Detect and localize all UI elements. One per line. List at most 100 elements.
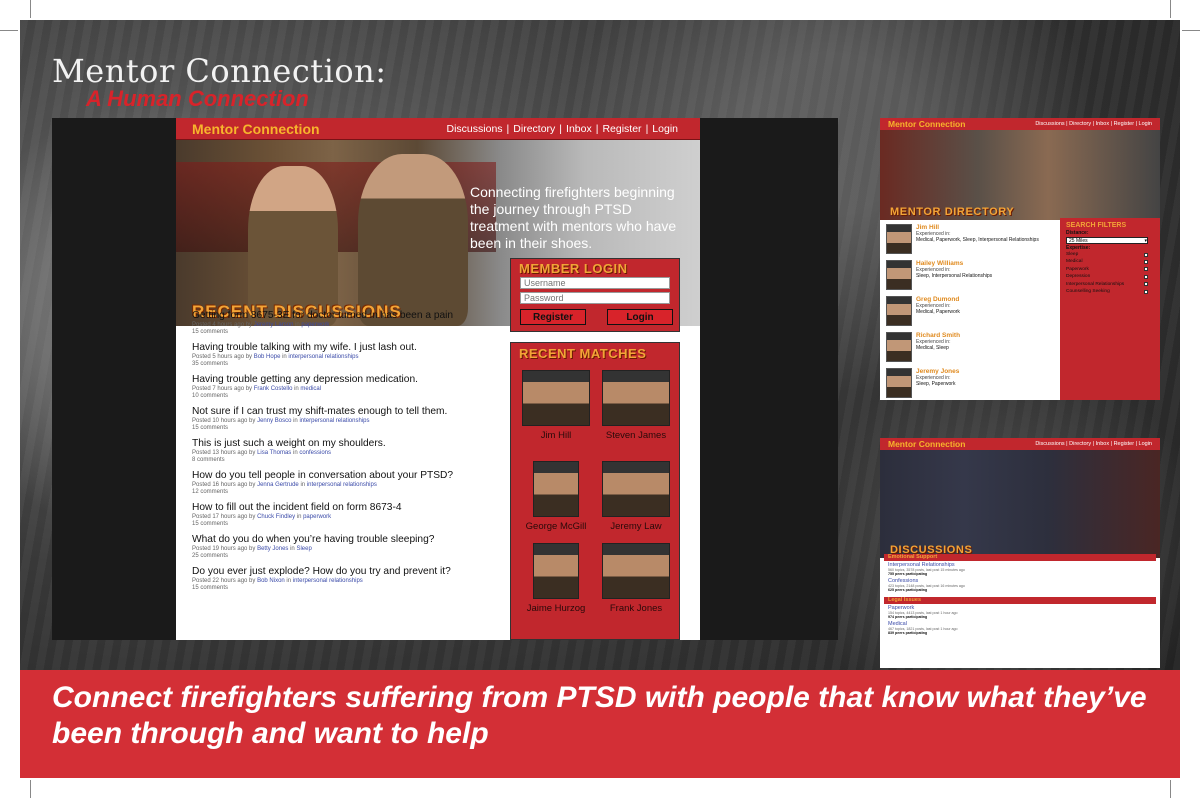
- discussion-title[interactable]: Having trouble getting any depression me…: [192, 374, 492, 386]
- topic-link[interactable]: interpersonal relationships: [293, 578, 363, 584]
- mentor-item[interactable]: Jim Hill Experienced in: Medical, Paperwor…: [886, 224, 1058, 254]
- author-link[interactable]: Chuck Findley: [257, 514, 295, 520]
- checkbox[interactable]: [1144, 274, 1148, 279]
- checkbox[interactable]: [1144, 259, 1148, 264]
- nav-inbox[interactable]: Inbox: [566, 123, 592, 135]
- expertise-option[interactable]: Interpersonal Relationships: [1066, 281, 1148, 288]
- register-button[interactable]: Register: [520, 309, 586, 325]
- crop-mark: [30, 0, 31, 18]
- checkbox[interactable]: [1144, 289, 1148, 294]
- mentor-info: Hailey Williams Experienced in: Sleep, Int…: [916, 260, 992, 290]
- expertise-option[interactable]: Medical: [1066, 258, 1148, 265]
- crop-mark: [1170, 780, 1171, 798]
- match-card[interactable]: Jim Hill: [518, 370, 594, 441]
- author-link[interactable]: Jenny Bosco: [257, 418, 291, 424]
- topic-link[interactable]: interpersonal relationships: [288, 354, 358, 360]
- author-link[interactable]: Bob Hope: [254, 354, 281, 360]
- forum-item-peers: 625 peers participating: [888, 588, 928, 592]
- comment-count[interactable]: 15 comments: [192, 521, 492, 528]
- mentor-name[interactable]: Hailey Williams: [916, 260, 992, 267]
- match-card[interactable]: Jaime Hurzog: [518, 543, 594, 614]
- discussion-meta: Posted 5 hours ago by Bob Hope in interp…: [192, 354, 492, 361]
- match-card[interactable]: Frank Jones: [598, 543, 674, 614]
- checkbox[interactable]: [1144, 267, 1148, 272]
- nav-login[interactable]: Login: [652, 123, 678, 135]
- author-link[interactable]: Jeremy Larson: [254, 322, 294, 328]
- discussions-page-mockup: Mentor Connection Discussions | Director…: [880, 438, 1160, 668]
- topic-link[interactable]: Sleep: [296, 546, 311, 552]
- expertise-option[interactable]: Depression: [1066, 273, 1148, 280]
- forum-navbar: Mentor Connection Discussions | Director…: [880, 438, 1160, 450]
- author-link[interactable]: Jenna Gertrude: [257, 482, 299, 488]
- discussion-meta: Posted 17 hours ago by Chuck Findley in …: [192, 514, 492, 521]
- mentor-photo: [602, 543, 670, 599]
- mentor-item[interactable]: Greg Dumond Experienced in: Medical, Paper…: [886, 296, 1058, 326]
- username-input[interactable]: [520, 277, 670, 289]
- distance-select[interactable]: 25 Miles ▾: [1066, 237, 1148, 244]
- checkbox[interactable]: [1144, 282, 1148, 287]
- topic-link[interactable]: confessions: [299, 450, 331, 456]
- comment-count[interactable]: 10 comments: [192, 393, 492, 400]
- discussion-title[interactable]: Not sure if I can trust my shift-mates e…: [192, 406, 492, 418]
- topic-link[interactable]: interpersonal relationships: [299, 418, 369, 424]
- directory-nav-links[interactable]: Discussions | Directory | Inbox | Regist…: [1035, 121, 1152, 127]
- mentor-item[interactable]: Hailey Williams Experienced in: Sleep, Int…: [886, 260, 1058, 290]
- discussion-title[interactable]: Having trouble talking with my wife. I j…: [192, 342, 492, 354]
- match-card[interactable]: Steven James: [598, 370, 674, 441]
- comment-count[interactable]: 15 comments: [192, 585, 492, 592]
- forum-item[interactable]: Confessions 423 topics, 2148 posts, last …: [884, 577, 1156, 593]
- forum-item[interactable]: Interpersonal Relationships 560 topics, 3…: [884, 561, 1156, 577]
- discussion-title[interactable]: How to fill out the incident field on fo…: [192, 502, 492, 514]
- mentor-item[interactable]: Jeremy Jones Experienced in: Sleep, Paperw…: [886, 368, 1058, 398]
- mentor-name[interactable]: Richard Smith: [916, 332, 960, 339]
- comment-count[interactable]: 8 comments: [192, 457, 492, 464]
- discussion-title[interactable]: Do you ever just explode? How do you try…: [192, 566, 492, 578]
- forum-item[interactable]: Paperwork 154 topics, 4413 posts, last po…: [884, 604, 1156, 620]
- topic-link[interactable]: paperwork: [301, 322, 329, 328]
- comment-count[interactable]: 25 comments: [192, 553, 492, 560]
- author-link[interactable]: Frank Costello: [254, 386, 293, 392]
- mentor-photo: [602, 370, 670, 426]
- author-link[interactable]: Bob Nixon: [257, 578, 285, 584]
- nav-discussions[interactable]: Discussions: [447, 123, 503, 135]
- discussion-item: Having trouble talking with my wife. I j…: [192, 342, 492, 368]
- forum-nav-links[interactable]: Discussions | Directory | Inbox | Regist…: [1035, 441, 1152, 447]
- topic-link[interactable]: paperwork: [303, 514, 331, 520]
- comment-count[interactable]: 12 comments: [192, 489, 492, 496]
- mentor-info: Jeremy Jones Experienced in: Sleep, Paperw…: [916, 368, 959, 398]
- author-link[interactable]: Betty Jones: [257, 546, 288, 552]
- crop-mark: [1182, 30, 1200, 31]
- author-link[interactable]: Lisa Thomas: [257, 450, 291, 456]
- brand-logo[interactable]: Mentor Connection: [192, 121, 320, 137]
- expertise-option[interactable]: Paperwork: [1066, 266, 1148, 273]
- mentor-name[interactable]: Jim Hill: [916, 224, 1039, 231]
- mentor-name[interactable]: Jeremy Jones: [916, 368, 959, 375]
- forum-item[interactable]: Medical 467 topics, 1821 posts, last post…: [884, 620, 1156, 636]
- comment-count[interactable]: 15 comments: [192, 329, 492, 336]
- expertise-option[interactable]: Sleep: [1066, 251, 1148, 258]
- topic-link[interactable]: medical: [300, 386, 321, 392]
- crop-mark: [1170, 0, 1171, 18]
- password-input[interactable]: [520, 292, 670, 304]
- expertise-option[interactable]: Counselling Seeking: [1066, 288, 1148, 295]
- chevron-down-icon: ▾: [1144, 238, 1147, 244]
- comment-count[interactable]: 15 comments: [192, 425, 492, 432]
- match-card[interactable]: Jeremy Law: [598, 461, 674, 532]
- brand-logo[interactable]: Mentor Connection: [888, 119, 965, 129]
- nav-directory[interactable]: Directory: [513, 123, 555, 135]
- discussion-title[interactable]: This is just such a weight on my shoulde…: [192, 438, 492, 450]
- login-button[interactable]: Login: [607, 309, 673, 325]
- checkbox[interactable]: [1144, 252, 1148, 257]
- discussion-title[interactable]: What do you do when you’re having troubl…: [192, 534, 492, 546]
- mentor-item[interactable]: Richard Smith Experienced in: Medical, Sle…: [886, 332, 1058, 362]
- brand-logo[interactable]: Mentor Connection: [888, 439, 965, 449]
- topic-link[interactable]: interpersonal relationships: [307, 482, 377, 488]
- comment-count[interactable]: 35 comments: [192, 361, 492, 368]
- match-card[interactable]: George McGill: [518, 461, 594, 532]
- nav-register[interactable]: Register: [602, 123, 641, 135]
- mentor-name[interactable]: Greg Dumond: [916, 296, 960, 303]
- discussion-title[interactable]: How do you tell people in conversation a…: [192, 470, 492, 482]
- forum-hero-image: DISCUSSIONS: [880, 450, 1160, 558]
- discussion-title[interactable]: Getting form 8675-3E for doctor turned i…: [192, 310, 492, 322]
- discussion-item: Do you ever just explode? How do you try…: [192, 566, 492, 592]
